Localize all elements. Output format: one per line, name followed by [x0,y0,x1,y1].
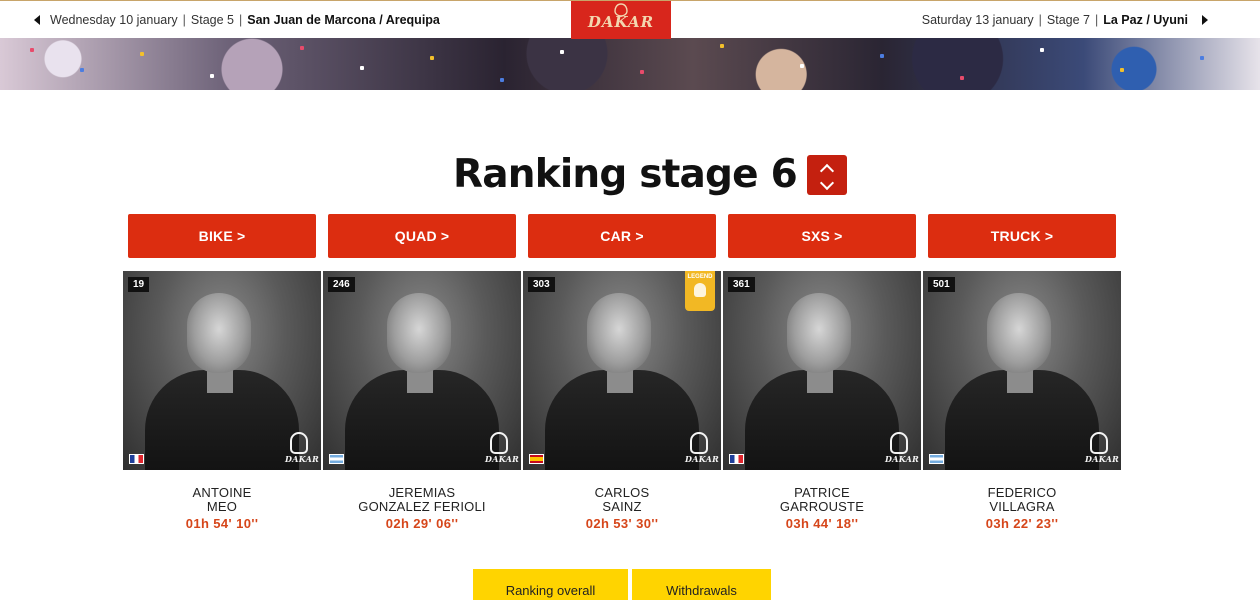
category-car-button[interactable]: CAR > [528,214,716,258]
previous-stage-date: Wednesday 10 january [50,13,178,27]
competitor-time: 02h 53' 30'' [585,516,659,531]
competitor-photo[interactable]: 501 DAKAR [923,271,1121,470]
separator: | [1038,13,1042,27]
competitor-first-name: PATRICE [794,485,850,500]
arrow-left-icon [34,15,40,25]
separator: | [1095,13,1099,27]
dakar-watermark-icon: DAKAR [485,432,520,464]
dakar-logo[interactable]: DAKAR [571,1,671,39]
category-truck-button[interactable]: TRUCK > [928,214,1116,258]
watermark-text: DAKAR [285,454,320,464]
race-number-badge: 19 [128,277,150,292]
race-number-badge: 361 [728,277,755,292]
photo-head [387,293,451,373]
competitor-card[interactable]: 303 LEGEND DAKAR CARLOS SAINZ 02h 53' 30… [523,271,721,531]
competitor-first-name: CARLOS [594,485,650,500]
bedouin-face-icon [690,432,708,454]
stage-winners-list: 19 DAKAR ANTOINE MEO 01h 54' 10'' 246 DA… [123,271,1121,531]
legend-trophy-icon [694,283,706,297]
competitor-time: 01h 54' 10'' [185,516,259,531]
withdrawals-button[interactable]: Withdrawals [632,569,771,600]
photo-head [787,293,851,373]
race-number-badge: 501 [928,277,955,292]
competitor-card[interactable]: 19 DAKAR ANTOINE MEO 01h 54' 10'' [123,271,321,531]
legend-badge-label: LEGEND [687,274,713,280]
dakar-watermark-icon: DAKAR [685,432,720,464]
photo-head [587,293,651,373]
watermark-text: DAKAR [685,454,720,464]
bedouin-logo-icon [614,3,628,17]
category-quad-button[interactable]: QUAD > [328,214,516,258]
competitor-time: 03h 44' 18'' [785,516,859,531]
competitor-first-name: ANTOINE [192,485,252,500]
podium-banner-image [0,38,1260,90]
separator: | [182,13,186,27]
competitor-first-name: FEDERICO [987,485,1057,500]
previous-stage-number: Stage 5 [190,13,234,27]
watermark-text: DAKAR [1085,454,1120,464]
bedouin-face-icon [290,432,308,454]
argentina-flag-icon [329,454,344,464]
competitor-card[interactable]: 501 DAKAR FEDERICO VILLAGRA 03h 22' 23'' [923,271,1121,531]
stage-selector-button[interactable] [806,155,847,195]
bedouin-face-icon [490,432,508,454]
dakar-watermark-icon: DAKAR [885,432,920,464]
dakar-watermark-icon: DAKAR [285,432,320,464]
previous-stage-route: San Juan de Marcona / Arequipa [247,13,440,27]
top-navigation-bar: Wednesday 10 january | Stage 5 | San Jua… [0,0,1260,39]
competitor-last-name: GARROUSTE [779,499,865,514]
competitor-photo[interactable]: 361 DAKAR [723,271,921,470]
competitor-last-name: SAINZ [602,499,642,514]
competitor-photo[interactable]: 19 DAKAR [123,271,321,470]
competitor-last-name: MEO [206,499,238,514]
next-stage-route: La Paz / Uyuni [1103,13,1188,27]
competitor-time: 02h 29' 06'' [385,516,459,531]
race-number-badge: 303 [528,277,555,292]
watermark-text: DAKAR [485,454,520,464]
competitor-first-name: JEREMIAS [388,485,456,500]
ranking-title-row: Ranking stage 6 [453,150,847,200]
next-stage-number: Stage 7 [1046,13,1090,27]
photo-head [987,293,1051,373]
category-bike-button[interactable]: BIKE > [128,214,316,258]
ranking-links: Ranking overall Withdrawals [473,569,771,600]
competitor-photo[interactable]: 246 DAKAR [323,271,521,470]
chevron-down-icon [819,175,835,191]
arrow-right-icon [1202,15,1208,25]
category-sxs-button[interactable]: SXS > [728,214,916,258]
competitor-card[interactable]: 246 DAKAR JEREMIAS GONZALEZ FERIOLI 02h … [323,271,521,531]
separator: | [238,13,243,27]
france-flag-icon [729,454,744,464]
competitor-last-name: GONZALEZ FERIOLI [358,499,486,514]
previous-stage-link[interactable]: Wednesday 10 january | Stage 5 | San Jua… [34,13,440,27]
dakar-watermark-icon: DAKAR [1085,432,1120,464]
category-tabs: BIKE > QUAD > CAR > SXS > TRUCK > [128,214,1116,258]
competitor-card[interactable]: 361 DAKAR PATRICE GARROUSTE 03h 44' 18'' [723,271,921,531]
next-stage-date: Saturday 13 january [921,13,1034,27]
competitor-photo[interactable]: 303 LEGEND DAKAR [523,271,721,470]
watermark-text: DAKAR [885,454,920,464]
bedouin-face-icon [1090,432,1108,454]
france-flag-icon [129,454,144,464]
bedouin-face-icon [890,432,908,454]
ranking-overall-button[interactable]: Ranking overall [473,569,628,600]
race-number-badge: 246 [328,277,355,292]
competitor-last-name: VILLAGRA [989,499,1055,514]
legend-badge: LEGEND [685,271,715,311]
next-stage-link[interactable]: Saturday 13 january | Stage 7 | La Paz /… [922,13,1208,27]
spain-flag-icon [529,454,544,464]
competitor-time: 03h 22' 23'' [985,516,1059,531]
argentina-flag-icon [929,454,944,464]
photo-head [187,293,251,373]
page-title: Ranking stage 6 [453,152,798,197]
